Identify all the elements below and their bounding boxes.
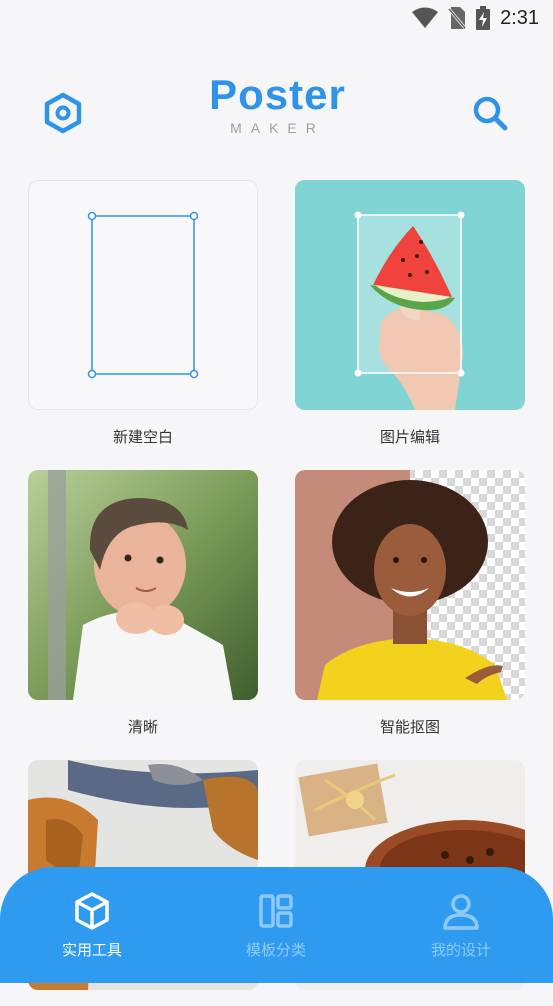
crop-frame-icon bbox=[87, 211, 199, 379]
battery-charging-icon bbox=[476, 6, 491, 30]
nav-label: 模板分类 bbox=[245, 941, 306, 959]
settings-hexagon-icon bbox=[44, 92, 82, 134]
woman-cutout-thumbnail bbox=[295, 470, 525, 700]
user-icon bbox=[443, 894, 479, 930]
wifi-icon bbox=[412, 7, 439, 28]
app-header: Poster MAKER bbox=[0, 60, 553, 170]
status-time: 2:31 bbox=[500, 6, 539, 29]
child-portrait-thumbnail bbox=[28, 470, 258, 700]
cube-icon bbox=[75, 892, 109, 930]
nav-label: 实用工具 bbox=[61, 941, 122, 959]
tool-card-photo-edit[interactable]: 图片编辑 bbox=[295, 180, 525, 447]
blank-canvas-thumbnail bbox=[28, 180, 258, 410]
logo-title: Poster bbox=[209, 71, 346, 118]
tool-label: 清晰 bbox=[127, 718, 158, 736]
search-icon bbox=[473, 96, 508, 131]
nav-tab-tools[interactable]: 实用工具 bbox=[22, 891, 162, 960]
settings-button[interactable] bbox=[40, 90, 86, 136]
nav-label: 我的设计 bbox=[430, 941, 491, 959]
logo-subtitle: MAKER bbox=[230, 120, 325, 136]
app-logo: Poster MAKER bbox=[200, 71, 355, 137]
tool-label: 智能抠图 bbox=[379, 718, 440, 736]
nav-tab-my-designs[interactable]: 我的设计 bbox=[391, 891, 531, 960]
status-bar: 2:31 bbox=[0, 0, 553, 38]
watermelon-photo-thumbnail bbox=[295, 180, 525, 410]
tool-label: 图片编辑 bbox=[379, 428, 440, 446]
tool-card-new-blank[interactable]: 新建空白 bbox=[28, 180, 258, 447]
search-button[interactable] bbox=[467, 90, 513, 136]
nav-tab-templates[interactable]: 模板分类 bbox=[206, 891, 346, 960]
no-sim-icon bbox=[448, 7, 467, 29]
bottom-navigation: 实用工具 模板分类 我的设计 bbox=[0, 867, 553, 983]
tool-card-smart-cutout[interactable]: 智能抠图 bbox=[295, 470, 525, 737]
template-layout-icon bbox=[259, 894, 293, 928]
tool-label: 新建空白 bbox=[112, 428, 173, 446]
tool-card-clarity[interactable]: 清晰 bbox=[28, 470, 258, 737]
